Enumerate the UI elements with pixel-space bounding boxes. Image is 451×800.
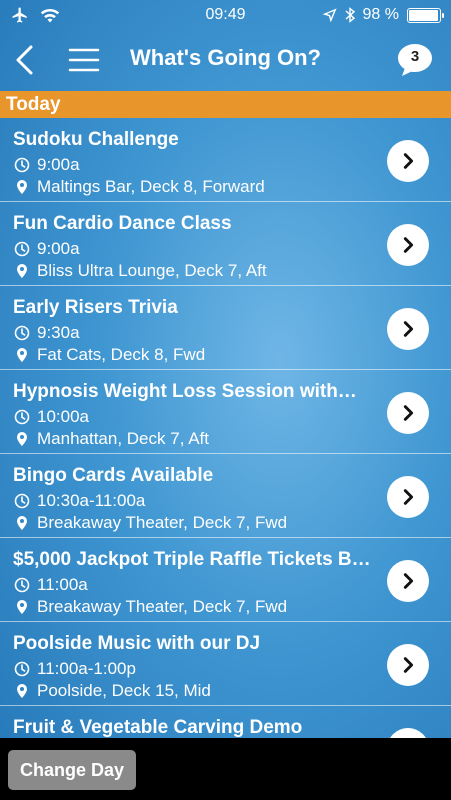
clock-icon xyxy=(14,661,30,677)
event-row[interactable]: Poolside Music with our DJ 11:00a-1:00p Po… xyxy=(0,622,451,706)
event-time-line: 10:30a-11:00a xyxy=(14,491,145,511)
event-location-line: Fat Cats, Deck 8, Fwd xyxy=(14,345,205,365)
event-title: Fruit & Vegetable Carving Demo xyxy=(13,717,303,738)
event-time-line: 11:00a xyxy=(14,575,88,595)
event-location-line: Poolside, Deck 15, Mid xyxy=(14,681,211,701)
map-pin-icon xyxy=(14,431,30,447)
event-details-button[interactable] xyxy=(387,308,429,350)
map-pin-icon xyxy=(14,179,30,195)
event-details-button[interactable] xyxy=(387,224,429,266)
event-time: 9:00a xyxy=(37,155,80,174)
chevron-right-icon xyxy=(399,236,417,254)
event-row[interactable]: Fun Cardio Dance Class 9:00a Bliss Ultra L… xyxy=(0,202,451,286)
event-details-button[interactable] xyxy=(387,140,429,182)
event-location: Breakaway Theater, Deck 7, Fwd xyxy=(37,513,288,532)
map-pin-icon xyxy=(14,263,30,279)
event-details-button[interactable] xyxy=(387,644,429,686)
event-row[interactable]: Bingo Cards Available 10:30a-11:00a Breaka… xyxy=(0,454,451,538)
event-row[interactable]: Sudoku Challenge 9:00a Maltings Bar, Deck … xyxy=(0,118,451,202)
event-time-line: 9:00a xyxy=(14,155,80,175)
chevron-right-icon xyxy=(399,488,417,506)
map-pin-icon xyxy=(14,599,30,615)
event-time: 9:00a xyxy=(37,239,80,258)
clock-icon xyxy=(14,493,30,509)
event-details-button[interactable] xyxy=(387,476,429,518)
nav-bar: What's Going On? 3 xyxy=(0,30,451,90)
event-time: 10:30a-11:00a xyxy=(37,491,146,510)
event-time-line: 11:00a-1:00p xyxy=(14,659,136,679)
battery-fill xyxy=(409,9,439,21)
event-location: Breakaway Theater, Deck 7, Fwd xyxy=(37,597,288,616)
event-row[interactable]: $5,000 Jackpot Triple Raffle Tickets B… 1… xyxy=(0,538,451,622)
section-header-today: Today xyxy=(0,91,451,118)
page-title: What's Going On? xyxy=(130,45,321,70)
event-time: 10:00a xyxy=(37,407,89,426)
event-time-line: 9:00a xyxy=(14,239,80,259)
event-list: Sudoku Challenge 9:00a Maltings Bar, Deck … xyxy=(0,118,451,738)
clock-icon xyxy=(14,409,30,425)
event-time-line: 9:30a xyxy=(14,323,80,343)
clock-icon xyxy=(14,157,30,173)
event-location-line: Breakaway Theater, Deck 7, Fwd xyxy=(14,513,287,533)
event-location: Bliss Ultra Lounge, Deck 7, Aft xyxy=(37,261,267,280)
event-location: Manhattan, Deck 7, Aft xyxy=(37,429,209,448)
event-title: Early Risers Trivia xyxy=(13,297,178,318)
status-bar: 09:49 98 % xyxy=(0,0,451,30)
event-location-line: Bliss Ultra Lounge, Deck 7, Aft xyxy=(14,261,267,281)
event-title: Sudoku Challenge xyxy=(13,129,179,150)
event-location: Fat Cats, Deck 8, Fwd xyxy=(37,345,206,364)
event-row[interactable]: Hypnosis Weight Loss Session with… 10:00a… xyxy=(0,370,451,454)
chevron-right-icon xyxy=(399,404,417,422)
event-location: Poolside, Deck 15, Mid xyxy=(37,681,211,700)
map-pin-icon xyxy=(14,515,30,531)
event-location-line: Manhattan, Deck 7, Aft xyxy=(14,429,209,449)
event-details-button[interactable] xyxy=(387,392,429,434)
event-details-button[interactable] xyxy=(387,728,429,738)
status-time: 09:49 xyxy=(205,6,246,23)
map-pin-icon xyxy=(14,683,30,699)
event-title: Bingo Cards Available xyxy=(13,465,214,486)
chevron-right-icon xyxy=(399,152,417,170)
clock-icon xyxy=(14,241,30,257)
battery-icon xyxy=(407,7,444,23)
event-time-line: 10:00a xyxy=(14,407,89,427)
event-title: Hypnosis Weight Loss Session with… xyxy=(13,381,357,402)
event-time: 11:00a-1:00p xyxy=(37,659,136,678)
clock-icon xyxy=(14,325,30,341)
event-title: Poolside Music with our DJ xyxy=(13,633,261,654)
event-time: 9:30a xyxy=(37,323,80,342)
chevron-right-icon xyxy=(399,656,417,674)
event-location-line: Breakaway Theater, Deck 7, Fwd xyxy=(14,597,287,617)
event-location: Maltings Bar, Deck 8, Forward xyxy=(37,177,265,196)
clock-icon xyxy=(14,577,30,593)
map-pin-icon xyxy=(14,347,30,363)
event-row[interactable]: Fruit & Vegetable Carving Demo xyxy=(0,706,451,738)
chevron-right-icon xyxy=(399,320,417,338)
chat-button[interactable]: 3 xyxy=(396,42,434,78)
bottom-bar: Change Day xyxy=(0,738,451,800)
event-location-line: Maltings Bar, Deck 8, Forward xyxy=(14,177,265,197)
change-day-button[interactable]: Change Day xyxy=(8,750,136,790)
event-time: 11:00a xyxy=(37,575,88,594)
chat-count-badge: 3 xyxy=(410,48,420,65)
chevron-right-icon xyxy=(399,572,417,590)
event-title: Fun Cardio Dance Class xyxy=(13,213,232,234)
event-details-button[interactable] xyxy=(387,560,429,602)
event-row[interactable]: Early Risers Trivia 9:30a Fat Cats, Deck 8… xyxy=(0,286,451,370)
event-title: $5,000 Jackpot Triple Raffle Tickets B… xyxy=(13,549,371,570)
